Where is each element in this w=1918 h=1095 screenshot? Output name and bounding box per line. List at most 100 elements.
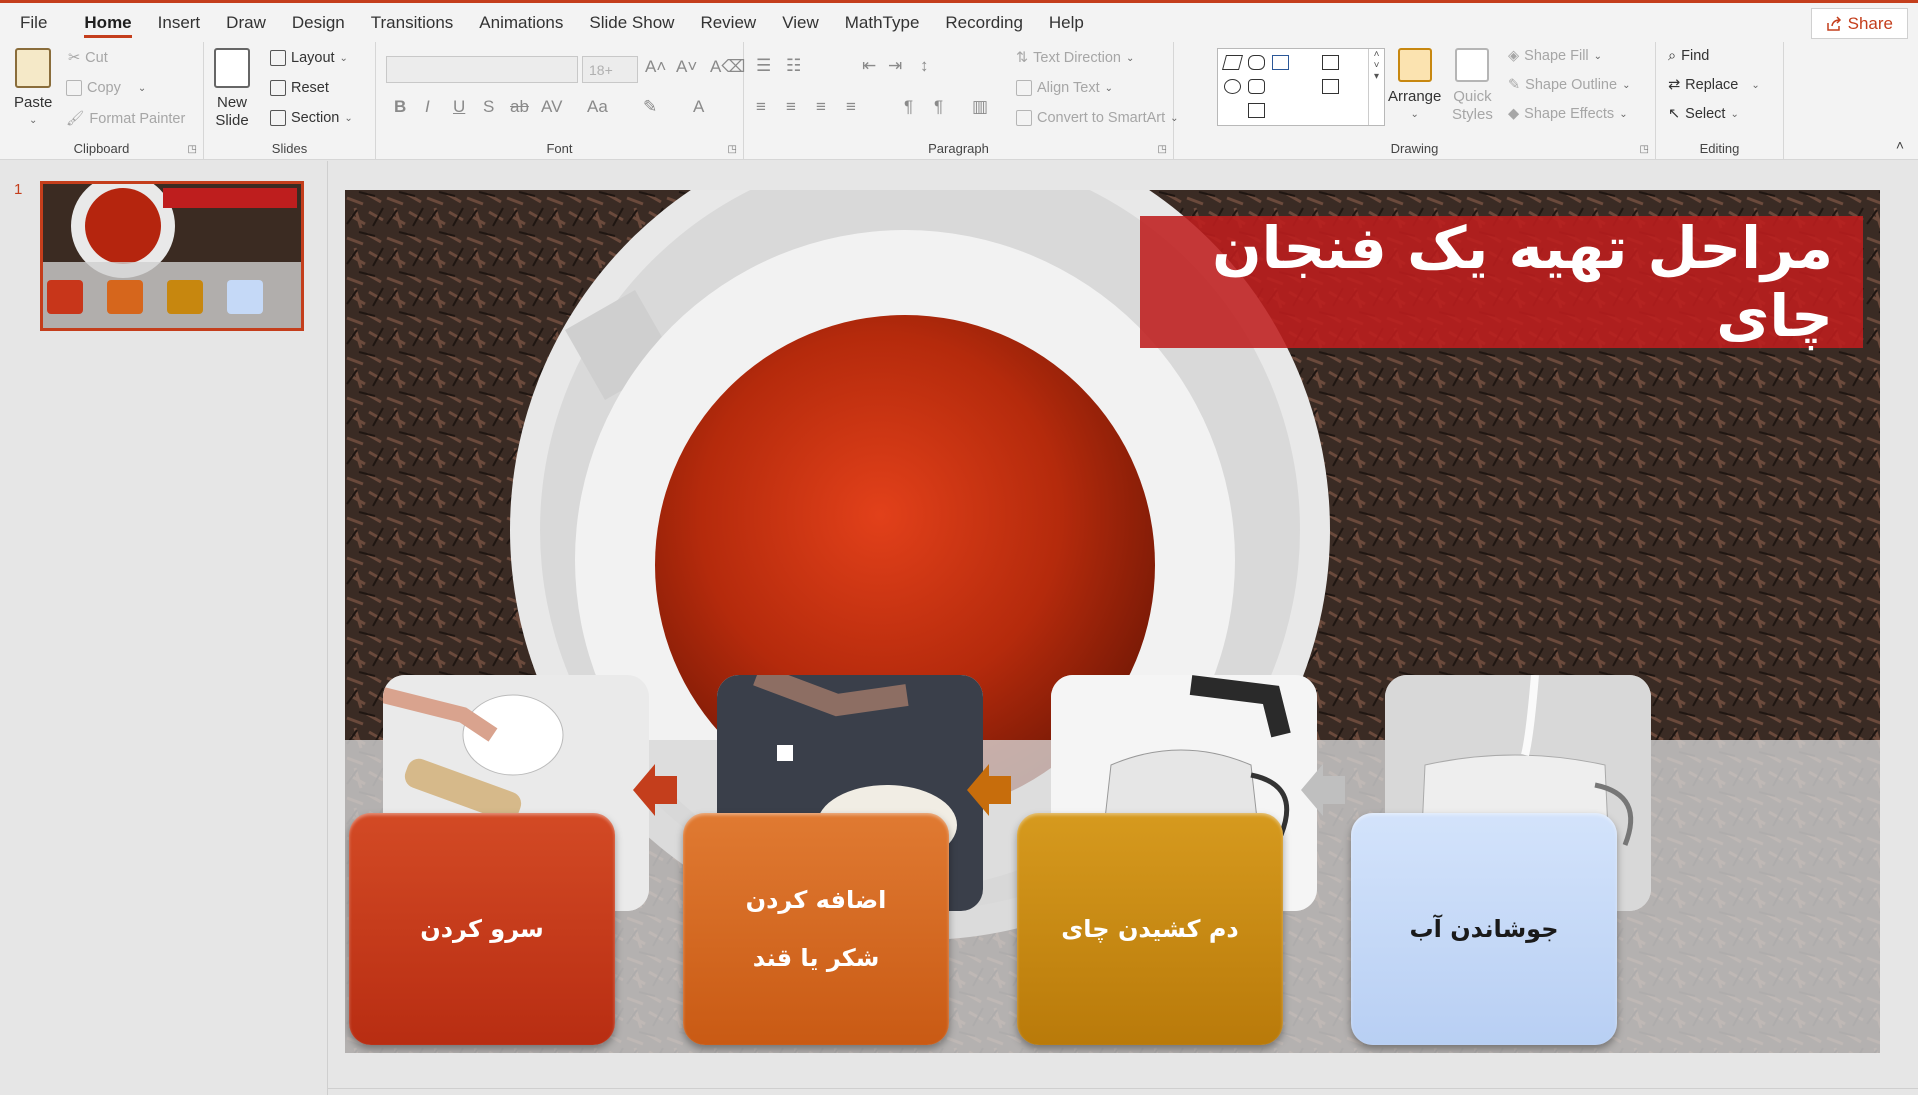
shape-effects-button[interactable]: ◆ Shape Effects ⌄ bbox=[1508, 106, 1628, 122]
shape-flowchart-icon[interactable] bbox=[1248, 103, 1265, 118]
shadow-icon[interactable]: S bbox=[483, 97, 494, 117]
shapes-gallery[interactable]: ˄ ˅ ▾ bbox=[1217, 48, 1385, 126]
chevron-down-icon: ⌄ bbox=[1410, 109, 1419, 120]
status-bar bbox=[328, 1088, 1918, 1095]
menu-insert[interactable]: Insert bbox=[145, 3, 214, 42]
dialog-launcher-icon[interactable]: ◳ bbox=[728, 144, 737, 155]
bullets-icon[interactable]: ☰ bbox=[756, 56, 771, 76]
dialog-launcher-icon[interactable]: ◳ bbox=[188, 144, 197, 155]
collapse-ribbon-icon[interactable]: ˄ bbox=[1896, 137, 1904, 153]
chevron-down-icon: ⌄ bbox=[339, 52, 348, 64]
layout-label: Layout bbox=[291, 50, 335, 66]
menu-file[interactable]: File bbox=[0, 3, 71, 42]
format-painter-button[interactable]: 🖌 Format Painter bbox=[66, 110, 185, 128]
highlight-icon[interactable]: ✎ bbox=[643, 97, 657, 117]
dialog-launcher-icon[interactable]: ◳ bbox=[1640, 144, 1649, 155]
step-add-sugar[interactable]: اضافه کردن شکر یا قند bbox=[683, 813, 949, 1045]
justify-icon[interactable]: ≡ bbox=[846, 97, 856, 117]
menu-review[interactable]: Review bbox=[687, 3, 769, 42]
gallery-scroll[interactable]: ˄ ˅ ▾ bbox=[1368, 49, 1384, 125]
slide-canvas[interactable]: مراحل تهیه یک فنجان چای سرو کردن اضافه ک… bbox=[345, 190, 1880, 1053]
shape-callout-icon[interactable] bbox=[1248, 55, 1265, 70]
find-button[interactable]: ⌕ Find bbox=[1668, 48, 1709, 64]
slide-thumbnail[interactable] bbox=[40, 181, 304, 331]
font-color-icon[interactable]: A bbox=[693, 97, 704, 117]
step-brew-label: دم کشیدن چای bbox=[1061, 915, 1239, 943]
font-size-input[interactable]: 18+ bbox=[582, 56, 638, 83]
chevron-down-icon: ⌄ bbox=[1104, 82, 1113, 94]
slides-group-label: Slides bbox=[271, 141, 308, 156]
columns-icon[interactable]: ▥ bbox=[972, 97, 988, 117]
menu-design[interactable]: Design bbox=[279, 3, 358, 42]
copy-button[interactable]: Copy ⌄ bbox=[66, 80, 146, 96]
align-left-icon[interactable]: ≡ bbox=[756, 97, 766, 117]
align-text-button[interactable]: Align Text ⌄ bbox=[1016, 80, 1113, 96]
copy-label: Copy bbox=[87, 80, 121, 96]
shape-rectangle-icon[interactable] bbox=[1322, 55, 1339, 70]
paste-button[interactable]: Paste ⌄ bbox=[14, 48, 52, 130]
step-brew[interactable]: دم کشیدن چای bbox=[1017, 813, 1283, 1045]
chevron-down-icon: ⌄ bbox=[1593, 50, 1603, 62]
italic-icon[interactable]: I bbox=[425, 97, 430, 117]
arrange-button[interactable]: Arrange ⌄ bbox=[1388, 48, 1441, 124]
menu-slide-show[interactable]: Slide Show bbox=[576, 3, 687, 42]
cut-button[interactable]: ✂ Cut bbox=[68, 50, 108, 66]
menu-draw[interactable]: Draw bbox=[213, 3, 279, 42]
decrease-font-icon[interactable]: A˅ bbox=[676, 57, 697, 77]
decrease-indent-icon[interactable]: ⇤ bbox=[862, 56, 876, 76]
menu-help[interactable]: Help bbox=[1036, 3, 1097, 42]
clear-formatting-icon[interactable]: A⌫ bbox=[710, 57, 745, 77]
ltr-icon[interactable]: ¶ bbox=[904, 97, 913, 117]
shape-oval-icon[interactable] bbox=[1224, 79, 1241, 94]
menu-mathtype[interactable]: MathType bbox=[832, 3, 933, 42]
shape-textbox-icon[interactable] bbox=[1272, 55, 1289, 70]
text-direction-button[interactable]: ⇅ Text Direction ⌄ bbox=[1016, 50, 1134, 66]
select-button[interactable]: ↖ Select ⌄ bbox=[1668, 106, 1739, 122]
chevron-down-icon: ⌄ bbox=[1751, 79, 1760, 91]
step-add-sugar-label-2: شکر یا قند bbox=[752, 944, 880, 972]
change-case-icon[interactable]: Aa bbox=[587, 97, 608, 117]
layout-button[interactable]: Layout ⌄ bbox=[270, 50, 348, 66]
align-right-icon[interactable]: ≡ bbox=[816, 97, 826, 117]
shape-rounded-rectangle-icon[interactable] bbox=[1248, 79, 1265, 94]
paintbrush-icon: 🖌 bbox=[66, 111, 85, 127]
menu-animations[interactable]: Animations bbox=[466, 3, 576, 42]
increase-indent-icon[interactable]: ⇥ bbox=[888, 56, 902, 76]
step-boil[interactable]: جوشاندن آب bbox=[1351, 813, 1617, 1045]
dialog-launcher-icon[interactable]: ◳ bbox=[1158, 144, 1167, 155]
shape-fill-button[interactable]: ◈ Shape Fill ⌄ bbox=[1508, 48, 1602, 64]
menu-transitions[interactable]: Transitions bbox=[358, 3, 467, 42]
rtl-icon[interactable]: ¶ bbox=[934, 97, 943, 117]
new-slide-button[interactable]: New Slide bbox=[214, 48, 250, 130]
quick-styles-button[interactable]: Quick Styles bbox=[1452, 48, 1493, 124]
convert-smartart-button[interactable]: Convert to SmartArt ⌄ bbox=[1016, 110, 1179, 126]
chevron-down-icon: ⌄ bbox=[28, 115, 38, 126]
increase-font-icon[interactable]: A˄ bbox=[645, 57, 666, 77]
shape-parallelogram-icon[interactable] bbox=[1221, 55, 1244, 70]
arrange-label: Arrange bbox=[1388, 88, 1442, 105]
menu-recording[interactable]: Recording bbox=[932, 3, 1036, 42]
paint-bucket-icon: ◈ bbox=[1508, 48, 1520, 64]
menu-home[interactable]: Home bbox=[71, 3, 144, 42]
shape-arrow-icon[interactable] bbox=[1322, 79, 1339, 94]
paragraph-group-label: Paragraph bbox=[928, 141, 989, 156]
numbering-icon[interactable]: ☷ bbox=[786, 56, 801, 76]
step-boil-label: جوشاندن آب bbox=[1409, 915, 1559, 943]
font-name-input[interactable] bbox=[386, 56, 578, 83]
character-spacing-icon[interactable]: AV bbox=[541, 97, 562, 117]
menu-bar: File Home Insert Draw Design Transitions… bbox=[0, 0, 1918, 42]
align-center-icon[interactable]: ≡ bbox=[786, 97, 796, 117]
replace-button[interactable]: ⇄ Replace ⌄ bbox=[1668, 77, 1760, 93]
step-serve[interactable]: سرو کردن bbox=[349, 813, 615, 1045]
chevron-down-icon: ⌄ bbox=[1622, 79, 1631, 91]
underline-icon[interactable]: U bbox=[453, 97, 465, 117]
bold-icon[interactable]: B bbox=[394, 97, 406, 117]
line-spacing-icon[interactable]: ↕ bbox=[920, 56, 929, 76]
slide-title-box[interactable]: مراحل تهیه یک فنجان چای bbox=[1140, 214, 1863, 350]
reset-button[interactable]: Reset bbox=[270, 80, 329, 96]
share-button[interactable]: Share bbox=[1810, 8, 1908, 39]
menu-view[interactable]: View bbox=[769, 3, 832, 42]
strikethrough-icon[interactable]: ab bbox=[510, 97, 529, 117]
section-button[interactable]: Section ⌄ bbox=[270, 110, 353, 126]
shape-outline-button[interactable]: ✎ Shape Outline ⌄ bbox=[1508, 77, 1630, 93]
